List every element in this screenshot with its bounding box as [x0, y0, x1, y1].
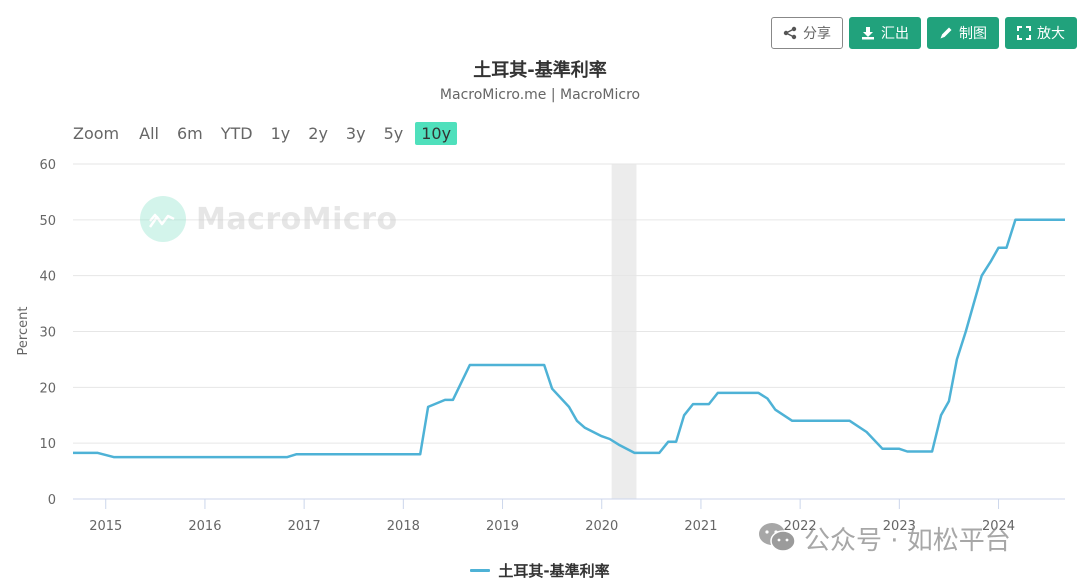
y-tick-label: 20	[39, 381, 56, 396]
x-tick-label: 2018	[387, 519, 420, 534]
wechat-watermark-text: 公众号 · 如松平台	[804, 526, 1011, 556]
x-tick-label: 2020	[585, 519, 618, 534]
macromicro-watermark: MacroMicro	[140, 196, 398, 242]
x-tick-label: 2017	[288, 519, 321, 534]
y-axis: 0 10 20 30 40 50 60	[39, 158, 56, 508]
wechat-icon	[758, 521, 798, 557]
x-tick-label: 2016	[188, 519, 221, 534]
y-tick-label: 60	[39, 158, 56, 173]
chart-legend: 土耳其-基準利率	[0, 560, 1080, 581]
legend-item-label[interactable]: 土耳其-基準利率	[498, 560, 609, 581]
y-tick-label: 30	[39, 326, 56, 341]
series-line	[73, 218, 1065, 459]
y-tick-label: 40	[39, 270, 56, 285]
series-layer	[73, 218, 1065, 459]
y-axis-label: Percent	[16, 307, 31, 356]
wechat-watermark: 公众号 · 如松平台	[758, 520, 1011, 557]
x-tick-label: 2015	[89, 519, 122, 534]
legend-swatch	[470, 569, 491, 572]
macromicro-watermark-text: MacroMicro	[196, 201, 398, 237]
line-chart: 0 10 20 30 40 50 60 2015 2016 2017 2018 2019 2020 20…	[16, 158, 1065, 534]
x-tick-label: 2019	[486, 519, 519, 534]
macromicro-logo-icon	[140, 196, 186, 242]
y-tick-label: 0	[48, 493, 56, 508]
y-tick-label: 50	[39, 214, 56, 229]
x-tick-label: 2021	[684, 519, 717, 534]
y-tick-label: 10	[39, 437, 56, 452]
